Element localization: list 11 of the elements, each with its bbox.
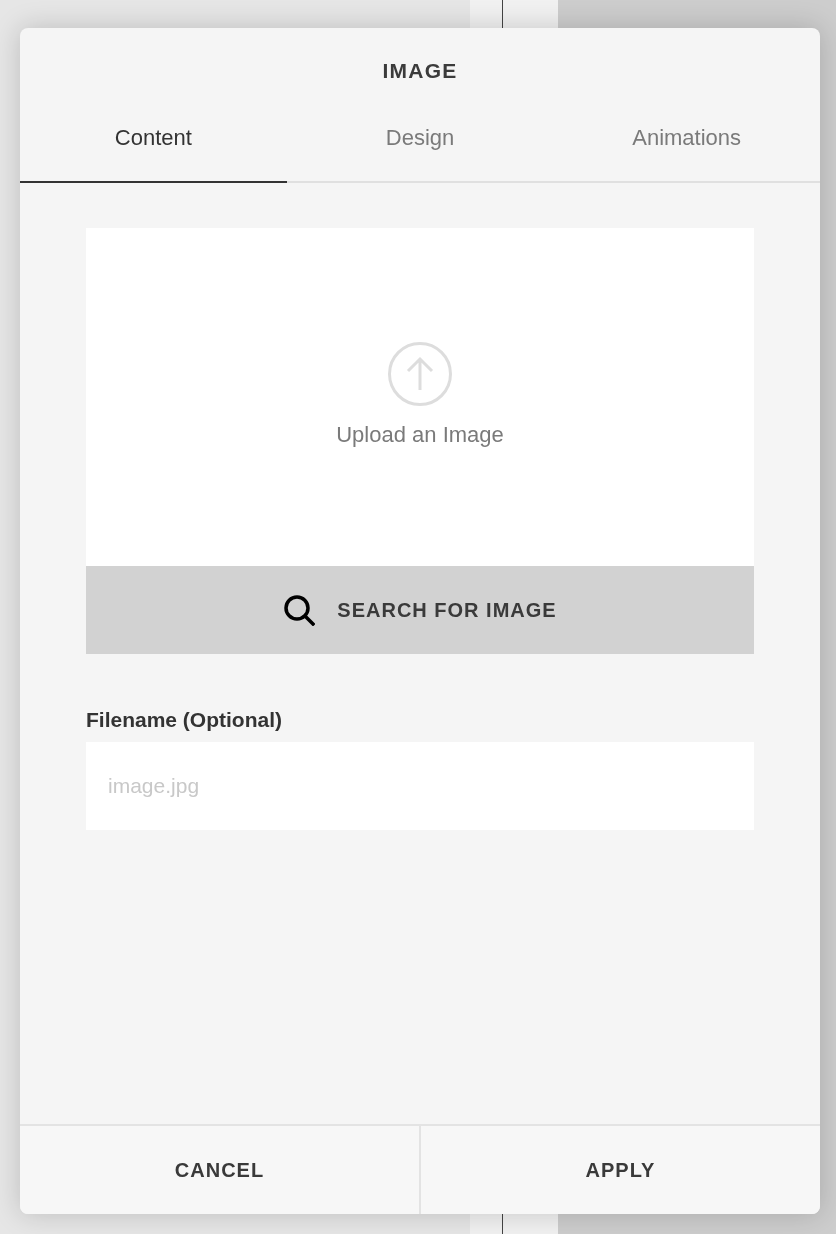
dialog-title: IMAGE (382, 58, 458, 84)
apply-button[interactable]: APPLY (419, 1126, 820, 1214)
tab[interactable]: Animations (553, 102, 820, 183)
tab[interactable]: Design (286, 102, 554, 183)
upload-label: Upload an Image (336, 422, 504, 448)
tab[interactable]: Content (20, 102, 287, 183)
search-icon (283, 594, 316, 626)
filename-label: Filename (Optional) (86, 708, 283, 732)
cancel-button[interactable]: CANCEL (20, 1126, 419, 1214)
upload-area[interactable]: Upload an Image (86, 228, 754, 566)
search-image-button[interactable]: SEARCH FOR IMAGE (86, 566, 754, 654)
